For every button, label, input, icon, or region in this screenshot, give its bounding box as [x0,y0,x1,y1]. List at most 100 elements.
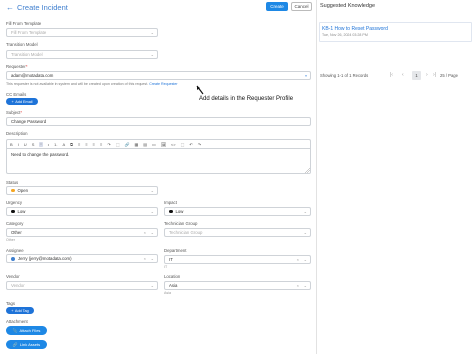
impact-dot [169,209,173,214]
impact-value: Low [175,209,184,214]
chevron-down-icon: ⌄ [150,256,154,261]
requester-label-text: Requester [6,64,26,69]
editor-toolbar-button[interactable]: B [10,142,13,147]
editor-toolbar-button[interactable]: 1. [54,142,57,147]
first-page-icon[interactable]: |‹ [390,72,393,78]
editor-toolbar-button[interactable]: ↷ [198,142,201,147]
clear-icon[interactable]: × [297,257,299,262]
department-select[interactable]: IT × ⌄ [164,255,311,264]
clear-icon[interactable]: × [297,283,299,288]
page-header: ← Create Incident [6,2,68,12]
chevron-down-icon: ⌄ [150,52,154,57]
subject-input[interactable]: Change Password [6,117,311,126]
knowledge-article-date: Tue, Nov 26, 2024 03:28 PM [322,33,368,37]
chevron-down-icon: ⌄ [150,230,154,235]
technician-group-label: Technician Group [164,221,198,226]
status-dot [11,188,15,193]
transition-model-select[interactable]: Transition Model ⌄ [6,50,158,59]
template-placeholder: Fill From Template [11,30,47,35]
chevron-down-icon: ⌄ [303,283,307,288]
editor-toolbar-button[interactable]: ≡ [78,142,80,147]
vendor-placeholder: Vendor [11,283,25,288]
chevron-down-icon: ⌄ [303,209,307,214]
editor-toolbar-button[interactable]: • [48,142,49,147]
chevron-down-icon: ⌄ [150,209,154,214]
subject-value: Change Password [11,119,47,124]
knowledge-article-link[interactable]: KB-1 How to Reset Password [322,26,388,32]
description-editor[interactable]: Need to change the password. [6,148,311,174]
attach-files-button[interactable]: 📎 Attach Files [6,326,47,335]
technician-group-select[interactable]: Technician Group ⌄ [164,228,311,237]
editor-toolbar-button[interactable]: S [32,142,35,147]
chevron-right-icon[interactable]: › [426,72,428,78]
requester-input[interactable]: adam@motadata.com ▿ [6,71,311,80]
pagination-current-page[interactable]: 1 [412,71,421,80]
attach-files-label: Attach Files [19,328,41,333]
editor-toolbar-button[interactable]: ≡ [93,142,95,147]
urgency-select[interactable]: Low ⌄ [6,207,158,216]
knowledge-article-card[interactable] [319,22,472,42]
chevron-down-icon: ⌄ [150,30,154,35]
editor-toolbar-button[interactable]: ≡ [100,142,102,147]
editor-toolbar-button[interactable]: ≡ [85,142,87,147]
arrow-left-icon[interactable]: ← [6,3,14,12]
editor-toolbar-button[interactable]: ⬚ [116,142,120,147]
impact-label: Impact [164,200,177,205]
description-label: Description [6,131,28,136]
editor-toolbar: B I U S “ • 1. A ⧉ ≡ ≡ ≡ ≡ ↷ ⬚ 🔗 ▦ ▤ ▭ 🖼 <> ⬚ ↶ ↷ [6,139,311,148]
technician-group-placeholder: Technician Group [169,230,203,235]
knowledge-panel-title: Suggested Knowledge [320,3,376,9]
department-path: IT [164,265,168,269]
cancel-button[interactable]: Cancel [291,2,312,11]
subject-label: Subject* [6,110,23,115]
chevron-left-icon[interactable]: ‹ [402,72,404,78]
plus-icon: + [11,308,14,313]
editor-toolbar-button[interactable]: ↷ [107,142,110,147]
vendor-label: Vendor [6,274,20,279]
location-select[interactable]: Asia × ⌄ [164,281,311,290]
resize-handle-icon[interactable] [305,168,310,173]
editor-toolbar-button[interactable]: 🖼 [161,142,166,147]
editor-toolbar-button[interactable]: ↶ [189,142,192,147]
category-label: Category [6,221,24,226]
editor-toolbar-button[interactable]: “ [39,141,43,147]
urgency-label: Urgency [6,200,23,205]
clear-icon[interactable]: × [144,230,146,235]
create-button[interactable]: Create [266,2,288,11]
editor-toolbar-button[interactable]: A [62,142,65,147]
panel-divider [316,0,317,354]
page-size-select[interactable]: 25 / Page [440,73,458,78]
editor-toolbar-button[interactable]: U [24,142,27,147]
link-icon: 🔗 [12,342,18,347]
category-select[interactable]: Other × ⌄ [6,228,158,237]
transition-model-label: Transition Model [6,42,38,47]
plus-icon: + [11,99,14,104]
pointer-arrow-icon [196,85,204,95]
status-select[interactable]: Open ⌄ [6,186,158,195]
location-path: Asia [164,291,171,295]
editor-toolbar-button[interactable]: ▦ [134,142,138,147]
clear-icon[interactable]: × [144,256,146,261]
impact-select[interactable]: Low ⌄ [164,207,311,216]
attachment-label: Attachment [6,319,28,324]
department-label: Department [164,248,187,253]
editor-toolbar-button[interactable]: ▤ [143,142,147,147]
last-page-icon[interactable]: ›| [433,72,436,78]
link-assets-button[interactable]: 🔗 Link Assets [6,340,47,349]
filter-icon[interactable]: ▿ [305,73,307,78]
create-requester-link[interactable]: Create Requester [149,82,177,86]
assignee-select[interactable]: Jerry (jerry@motadata.com) × ⌄ [6,254,158,263]
editor-toolbar-button[interactable]: ⧉ [70,142,73,147]
vendor-select[interactable]: Vendor ⌄ [6,281,158,290]
add-tag-label: Add Tag [14,308,29,313]
editor-toolbar-button[interactable]: <> [171,142,176,147]
chevron-down-icon: ⌄ [150,283,154,288]
editor-toolbar-button[interactable]: 🔗 [125,142,130,147]
editor-toolbar-button[interactable]: I [18,142,19,147]
template-select[interactable]: Fill From Template ⌄ [6,28,158,37]
add-tag-button[interactable]: + Add Tag [6,307,34,314]
editor-toolbar-button[interactable]: ⬚ [181,142,185,147]
editor-toolbar-button[interactable]: ▭ [152,142,156,147]
add-email-button[interactable]: + Add Email [6,98,38,105]
requester-tooltip: Add details in the Requester Profile [199,96,294,102]
